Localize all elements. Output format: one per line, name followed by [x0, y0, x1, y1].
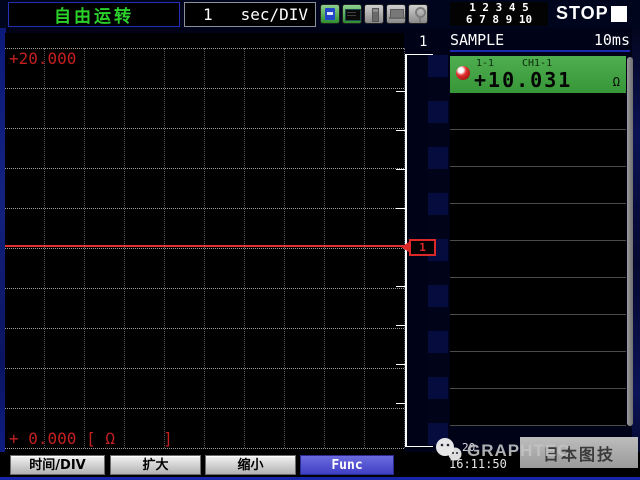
mode-label: 自由运转: [54, 2, 134, 27]
channel-row-empty: [450, 167, 626, 204]
channel-value: +10.031: [474, 68, 572, 92]
v-gridline: [164, 48, 165, 448]
v-gridline: [44, 48, 45, 448]
timebase-indicator: 1 sec/DIV: [184, 2, 316, 27]
axis-tick: [396, 91, 406, 92]
axis-tick: [396, 208, 406, 209]
screen-right-edge: [632, 0, 640, 480]
record-dot-icon: [456, 66, 470, 80]
y-max-label: +20.000: [9, 49, 76, 68]
expand-button[interactable]: 扩大: [110, 455, 201, 475]
media-status-icons: [320, 4, 428, 24]
h-gridline: [5, 448, 404, 449]
axis-tick: [396, 364, 406, 365]
top-status-bar: 自由运转 1 sec/DIV 1 2 3 4 5 6 7 8 9 10 STOP: [0, 0, 640, 28]
channel-row-empty: [450, 352, 626, 389]
y-min-label: + 0.000 [ Ω ]: [9, 429, 173, 448]
axis-channel-label: 1: [419, 34, 427, 50]
stop-icon: [611, 6, 627, 22]
axis-tick: [396, 286, 406, 287]
key-lock-icon: [408, 4, 428, 24]
channel-list-panel: 1-1 CH1-1 +10.031 Ω: [450, 56, 626, 426]
v-gridline: [284, 48, 285, 448]
axis-tick: [396, 130, 406, 131]
channel-number-grid: 1 2 3 4 5 6 7 8 9 10: [450, 2, 548, 26]
trace-position-marker[interactable]: 1: [409, 239, 436, 256]
v-gridline: [84, 48, 85, 448]
waveform-plot: +20.000 + 0.000 [ Ω ]: [5, 33, 404, 452]
sample-label: SAMPLE: [450, 31, 504, 49]
shrink-button[interactable]: 缩小: [205, 455, 296, 475]
v-gridline: [324, 48, 325, 448]
v-gridline: [204, 48, 205, 448]
pc-icon: [386, 4, 406, 24]
mode-indicator: 自由运转: [8, 2, 180, 27]
channel-row-empty: [450, 93, 626, 130]
v-gridline: [244, 48, 245, 448]
axis-top-cap: [405, 54, 433, 55]
record-status-label: STOP: [556, 3, 609, 24]
channel-row-empty: [450, 315, 626, 352]
channel-row-empty: [450, 278, 626, 315]
lcd-display-icon: [342, 4, 362, 24]
time-div-button[interactable]: 时间/DIV: [10, 455, 105, 475]
axis-tick: [396, 325, 406, 326]
channel-unit: Ω: [613, 75, 620, 89]
channel-card-ch1-1[interactable]: 1-1 CH1-1 +10.031 Ω: [450, 56, 626, 93]
channel-row-empty: [450, 241, 626, 278]
axis-tick: [396, 169, 406, 170]
axis-tick: [396, 403, 406, 404]
v-gridline: [124, 48, 125, 448]
sample-value: 10ms: [594, 31, 630, 49]
timebase-unit: sec/DIV: [241, 5, 308, 24]
func-button[interactable]: Func: [300, 455, 394, 475]
clock-time: 16:11:50: [449, 457, 507, 471]
sample-rate-bar: SAMPLE 10ms: [450, 29, 630, 52]
sd-card-icon: [320, 4, 340, 24]
channel-row-empty: [450, 130, 626, 167]
channel-row-empty: [450, 204, 626, 241]
channel-row-empty: [450, 389, 626, 426]
logger-screen: 自由运转 1 sec/DIV 1 2 3 4 5 6 7 8 9 10 STOP…: [0, 0, 640, 480]
channel-grid-row2: 6 7 8 9 10: [466, 14, 532, 26]
timebase-value: 1: [203, 5, 213, 24]
axis-bottom-cap: [405, 446, 433, 447]
trace-marker-arrow-icon: [401, 242, 409, 252]
usb-memory-icon: [364, 4, 384, 24]
v-gridline: [364, 48, 365, 448]
panel-scrollbar[interactable]: [627, 57, 633, 426]
